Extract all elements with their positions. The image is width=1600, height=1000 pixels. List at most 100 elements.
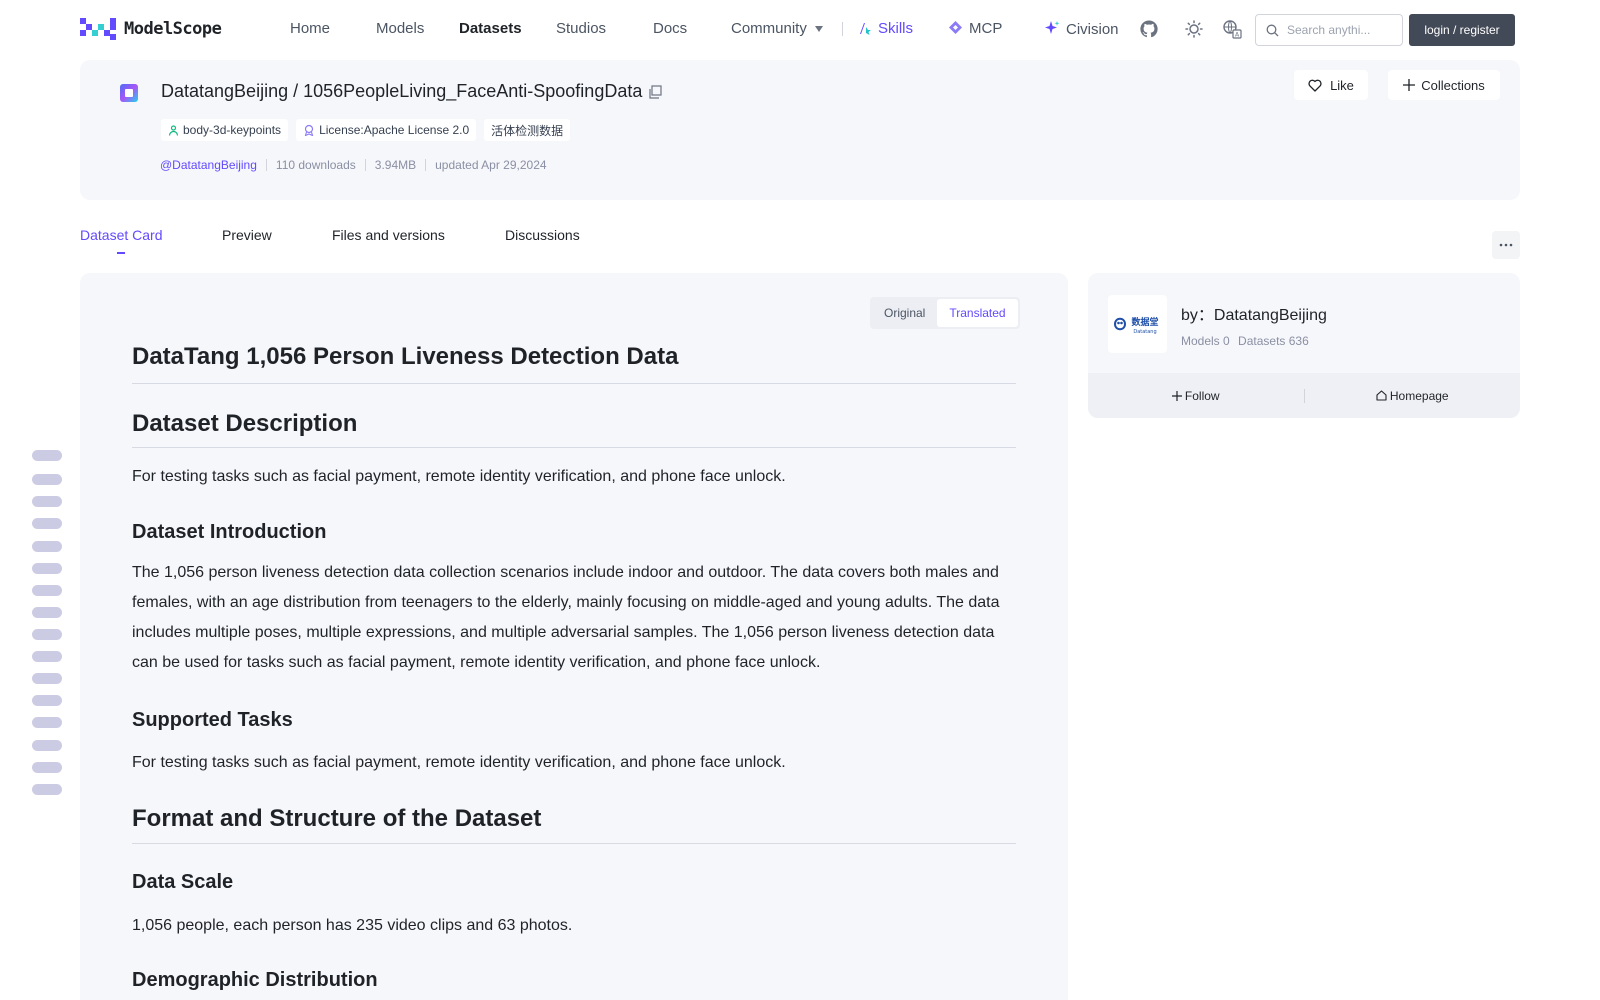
models-count[interactable]: Models 0 <box>1181 334 1230 348</box>
nav-home[interactable]: Home <box>290 20 330 37</box>
like-button[interactable]: Like <box>1294 70 1368 100</box>
toc-marker[interactable] <box>32 450 62 461</box>
github-icon[interactable] <box>1139 19 1159 39</box>
datatang-logo[interactable]: 数据堂 Datatang <box>1108 295 1167 353</box>
toc-marker[interactable] <box>32 541 62 552</box>
search-box[interactable] <box>1255 14 1403 46</box>
heading-dataset-introduction: Dataset Introduction <box>132 521 327 543</box>
tag-chinese-label: 活体检测数据 <box>491 123 564 138</box>
ellipsis-icon <box>1499 243 1513 247</box>
nav-mcp-label: MCP <box>969 20 1003 37</box>
dataset-avatar <box>120 84 138 102</box>
dataset-owner-link[interactable]: DatatangBeijing <box>161 81 288 102</box>
theme-toggle-icon[interactable] <box>1184 19 1204 39</box>
tag-task[interactable]: body-3d-keypoints <box>161 119 289 141</box>
follow-label: Follow <box>1184 388 1220 403</box>
dataset-size: 3.94MB <box>374 158 417 172</box>
nav-skills-label: Skills <box>878 20 914 37</box>
introduction-text: The 1,056 person liveness detection data… <box>132 564 1000 671</box>
heading-rule <box>132 843 1016 844</box>
translated-option[interactable]: Translated <box>937 299 1018 327</box>
license-badge-icon <box>304 124 314 136</box>
nav-docs[interactable]: Docs <box>653 20 687 37</box>
description-text: For testing tasks such as facial payment… <box>132 468 786 485</box>
title-separator: / <box>293 81 299 101</box>
download-count: 110 downloads <box>275 158 356 172</box>
search-input[interactable] <box>1287 23 1397 37</box>
collections-label: Collections <box>1421 77 1485 93</box>
tab-files-and-versions[interactable]: Files and versions <box>332 227 445 243</box>
toc-marker[interactable] <box>32 518 62 529</box>
dataset-card-content: Original Translated DataTang 1,056 Perso… <box>80 273 1068 1000</box>
active-tab-indicator <box>117 252 125 254</box>
login-register-button[interactable]: login / register <box>1409 14 1515 46</box>
top-navigation: ModelScope Home Models Datasets Studios … <box>0 0 1600 58</box>
more-options-button[interactable] <box>1492 231 1520 259</box>
author-actions: Follow Homepage <box>1088 373 1520 418</box>
nav-studios[interactable]: Studios <box>556 20 606 37</box>
datasets-count[interactable]: Datasets 636 <box>1238 334 1309 348</box>
toc-marker[interactable] <box>32 563 62 574</box>
nav-mcp[interactable]: MCP <box>948 20 1002 37</box>
toc-marker[interactable] <box>32 784 62 795</box>
nav-skills[interactable]: Skills <box>858 20 913 37</box>
tab-preview[interactable]: Preview <box>222 227 272 243</box>
toc-marker[interactable] <box>32 673 62 684</box>
translation-toggle: Original Translated <box>870 297 1020 329</box>
toc-marker[interactable] <box>32 496 62 507</box>
homepage-button[interactable]: Homepage <box>1305 389 1521 403</box>
copy-icon[interactable] <box>648 84 662 99</box>
toc-marker[interactable] <box>32 762 62 773</box>
document-title: DataTang 1,056 Person Liveness Detection… <box>132 343 679 370</box>
dataset-header: DatatangBeijing / 1056PeopleLiving_FaceA… <box>80 60 1520 200</box>
author-name[interactable]: by：DatatangBeijing <box>1181 301 1327 325</box>
plus-icon <box>1403 79 1416 91</box>
like-label: Like <box>1330 77 1354 93</box>
toc-marker[interactable] <box>32 695 62 706</box>
person-keypoints-icon <box>168 124 179 136</box>
language-icon[interactable]: A <box>1222 19 1242 39</box>
data-scale-text: 1,056 people, each person has 235 video … <box>132 917 573 934</box>
author-card: 数据堂 Datatang by：DatatangBeijing Models 0… <box>1088 273 1520 418</box>
tag-license[interactable]: License:Apache License 2.0 <box>296 119 477 141</box>
skills-icon <box>860 23 871 35</box>
toc-marker[interactable] <box>32 607 62 618</box>
logo-chinese-text: 数据堂 <box>1131 316 1158 328</box>
plus-icon <box>1171 390 1182 401</box>
toc-marker[interactable] <box>32 585 62 596</box>
caret-down-icon <box>814 26 823 33</box>
mcp-icon <box>949 21 962 34</box>
heading-rule <box>132 447 1016 448</box>
toc-marker[interactable] <box>32 717 62 728</box>
meta-divider <box>364 159 366 171</box>
nav-civision[interactable]: Civision <box>1044 20 1119 38</box>
heading-demographic-distribution: Demographic Distribution <box>132 969 378 991</box>
toc-marker[interactable] <box>32 651 62 662</box>
nav-civision-label: Civision <box>1066 21 1119 38</box>
tab-discussions[interactable]: Discussions <box>505 227 580 243</box>
toc-marker[interactable] <box>32 740 62 751</box>
follow-button[interactable]: Follow <box>1088 389 1304 403</box>
dataset-title: DatatangBeijing / 1056PeopleLiving_FaceA… <box>161 81 662 102</box>
heading-supported-tasks: Supported Tasks <box>132 709 293 731</box>
sparkle-icon <box>1045 21 1060 34</box>
toc-marker[interactable] <box>32 629 62 640</box>
nav-divider <box>842 22 843 36</box>
author-link[interactable]: @DatatangBeijing <box>160 158 257 172</box>
nav-datasets[interactable]: Datasets <box>459 20 522 37</box>
home-icon <box>1376 390 1387 401</box>
collections-button[interactable]: Collections <box>1388 70 1500 100</box>
nav-models[interactable]: Models <box>376 20 424 37</box>
heading-dataset-description: Dataset Description <box>132 410 358 437</box>
updated-date: updated Apr 29,2024 <box>435 158 547 172</box>
toc-marker[interactable] <box>32 474 62 485</box>
nav-community[interactable]: Community <box>731 20 823 37</box>
logo-english-text: Datatang <box>1133 329 1156 335</box>
tag-task-label: body-3d-keypoints <box>183 123 282 137</box>
heading-rule <box>132 383 1016 384</box>
tag-chinese[interactable]: 活体检测数据 <box>484 119 571 141</box>
tab-dataset-card[interactable]: Dataset Card <box>80 227 162 243</box>
modelscope-logo[interactable]: ModelScope <box>80 18 222 40</box>
original-option[interactable]: Original <box>872 299 937 327</box>
homepage-label: Homepage <box>1389 388 1449 403</box>
